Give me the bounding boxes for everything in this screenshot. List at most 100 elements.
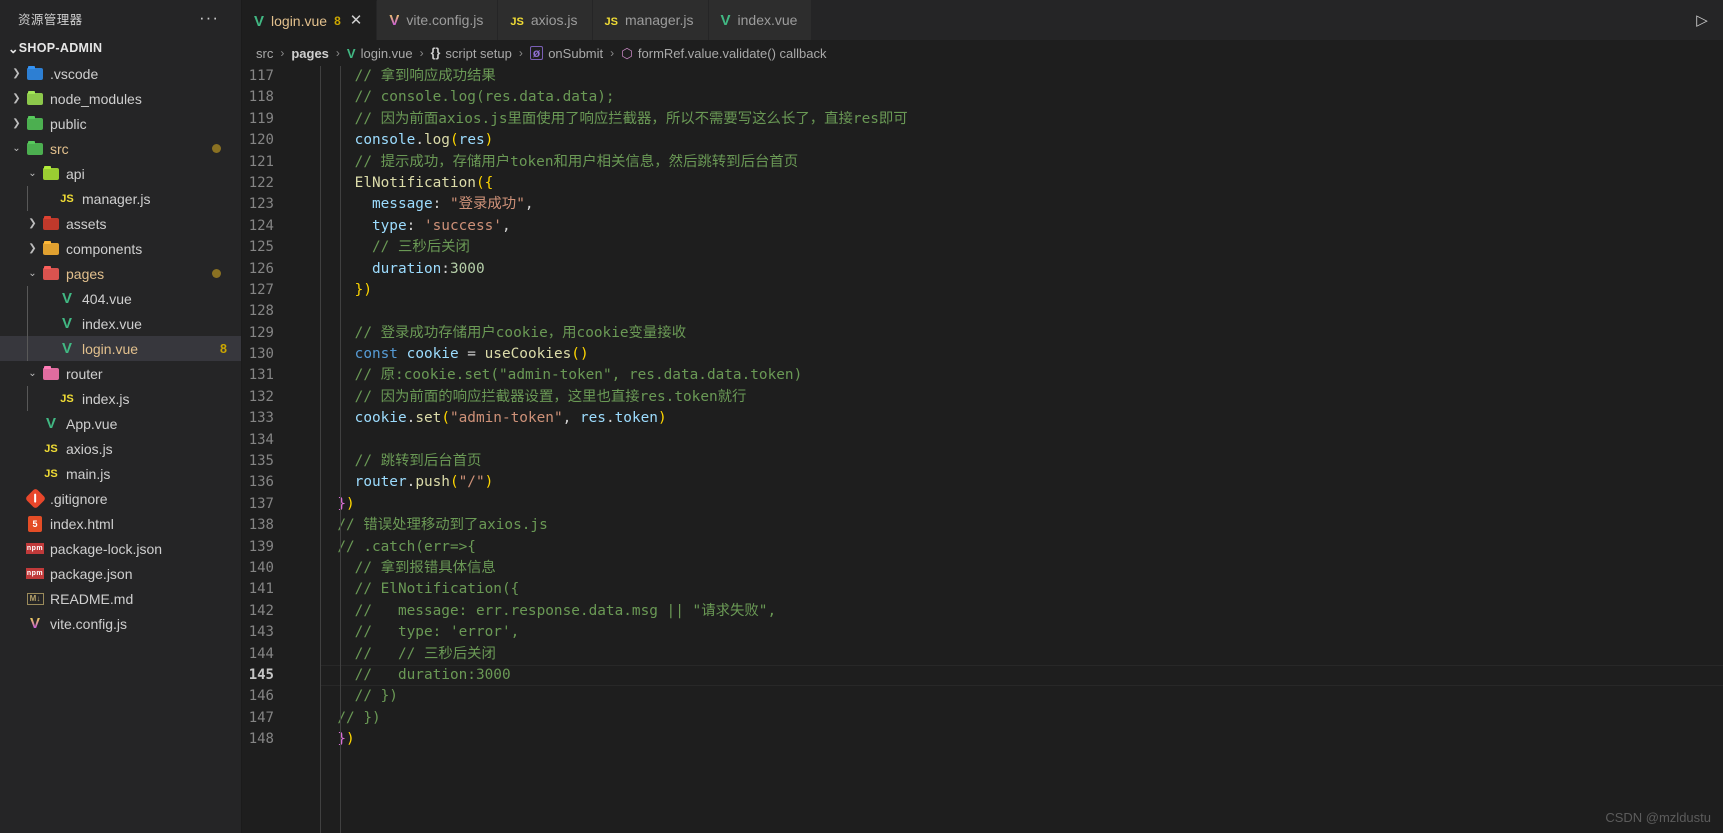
tree-item-public[interactable]: ❯ public <box>0 111 241 136</box>
code-line[interactable]: 123 message: "登录成功", <box>242 194 1723 215</box>
tree-item-api[interactable]: ⌄ api <box>0 161 241 186</box>
code-line[interactable]: 134 <box>242 430 1723 451</box>
code-line[interactable]: 133 cookie. set("admin-token", res. token) <box>242 408 1723 429</box>
tree-item-index-js[interactable]: JS index.js <box>0 386 241 411</box>
code-lines-container[interactable]: 117 // 拿到响应成功结果 118 // console.log(res.da… <box>242 66 1723 833</box>
code-line[interactable]: 122 ElNotification({ <box>242 173 1723 194</box>
tree-item-src[interactable]: ⌄ src <box>0 136 241 161</box>
tree-item-package-lock-json[interactable]: npm package-lock.json <box>0 536 241 561</box>
code-line[interactable]: 138 // 错误处理移动到了axios.js <box>242 515 1723 536</box>
tree-item-app-vue[interactable]: V App.vue <box>0 411 241 436</box>
breadcrumb-item-src[interactable]: src <box>254 46 275 61</box>
breadcrumb-item-onsubmit[interactable]: ø onSubmit <box>528 46 605 61</box>
code-text: // message: err.response.data.msg || "请求… <box>320 601 1723 622</box>
code-line[interactable]: 141 // ElNotification({ <box>242 579 1723 600</box>
code-line[interactable]: 131 // 原:cookie.set("admin-token", res.d… <box>242 365 1723 386</box>
code-line[interactable]: 119 // 因为前面axios.js里面使用了响应拦截器，所以不需要写这么长了… <box>242 109 1723 130</box>
chevron-down-icon[interactable]: ⌄ <box>24 368 41 379</box>
tree-item-label: App.vue <box>66 415 118 432</box>
tree-item-main-js[interactable]: JS main.js <box>0 461 241 486</box>
tree-item-404-vue[interactable]: V 404.vue <box>0 286 241 311</box>
code-token: cookie <box>406 346 459 363</box>
breadcrumb-item-login-vue[interactable]: Vlogin.vue <box>345 46 415 61</box>
tree-item-readme-md[interactable]: M↓ README.md <box>0 586 241 611</box>
js-file-icon: JS <box>60 392 74 405</box>
editor-tab-index-vue[interactable]: Vindex.vue <box>708 0 813 40</box>
code-line[interactable]: 137 }) <box>242 494 1723 515</box>
more-actions-icon[interactable]: ··· <box>199 9 233 26</box>
code-line[interactable]: 121 // 提示成功，存储用户token和用户相关信息，然后跳转到后台首页 <box>242 152 1723 173</box>
vscode-folder-icon <box>25 65 45 82</box>
tree-item-login-vue[interactable]: Vlogin.vue 8 <box>0 336 241 361</box>
tree-item-assets[interactable]: ❯ assets <box>0 211 241 236</box>
code-line[interactable]: 136 router. push("/") <box>242 472 1723 493</box>
editor-tab-login-vue[interactable]: Vlogin.vue 8 ✕ <box>242 0 378 40</box>
tree-item--vscode[interactable]: ❯ .vscode <box>0 61 241 86</box>
code-line[interactable]: 135 // 跳转到后台首页 <box>242 451 1723 472</box>
code-line[interactable]: 120 console. log(res) <box>242 130 1723 151</box>
chevron-down-icon[interactable]: ⌄ <box>8 143 25 154</box>
line-number: 132 <box>248 388 274 405</box>
line-number: 129 <box>248 324 274 341</box>
tree-item-router[interactable]: ⌄ router <box>0 361 241 386</box>
code-line[interactable]: 140 // 拿到报错具体信息 <box>242 558 1723 579</box>
code-line[interactable]: 118 // console.log(res.data.data); <box>242 87 1723 108</box>
chevron-right-icon[interactable]: ❯ <box>8 93 25 104</box>
editor-tab-vite-config-js[interactable]: Vvite.config.js <box>377 0 499 40</box>
code-line[interactable]: 127 }) <box>242 280 1723 301</box>
close-icon[interactable]: ✕ <box>350 13 363 28</box>
chevron-right-icon[interactable]: ❯ <box>24 243 41 254</box>
tree-item--gitignore[interactable]: .gitignore <box>0 486 241 511</box>
breadcrumb-label: pages <box>291 45 329 61</box>
code-text: console. log(res) <box>320 130 1723 151</box>
code-line[interactable]: 139 // .catch(err=>{ <box>242 537 1723 558</box>
tree-item-vite-config-js[interactable]: Vvite.config.js <box>0 611 241 636</box>
tree-item-package-json[interactable]: npm package.json <box>0 561 241 586</box>
chevron-down-icon[interactable]: ⌄ <box>24 168 41 179</box>
tree-item-pages[interactable]: ⌄ pages <box>0 261 241 286</box>
editor-tab-axios-js[interactable]: JS axios.js <box>498 0 593 40</box>
code-line[interactable]: 146 // }) <box>242 686 1723 707</box>
chevron-right-icon[interactable]: ❯ <box>8 118 25 129</box>
code-editor[interactable]: 117 // 拿到响应成功结果 118 // console.log(res.da… <box>242 66 1723 833</box>
code-line[interactable]: 145 // duration:3000 <box>242 665 1723 686</box>
breadcrumb-item-script-setup[interactable]: {} script setup <box>429 46 514 61</box>
code-line[interactable]: 144 // // 三秒后关闭 <box>242 644 1723 665</box>
tree-item-index-vue[interactable]: Vindex.vue <box>0 311 241 336</box>
code-line[interactable]: 117 // 拿到响应成功结果 <box>242 66 1723 87</box>
tree-item-components[interactable]: ❯ components <box>0 236 241 261</box>
tree-item-node-modules[interactable]: ❯ node_modules <box>0 86 241 111</box>
code-line[interactable]: 132 // 因为前面的响应拦截器设置，这里也直接res.token就行 <box>242 387 1723 408</box>
code-line[interactable]: 129 // 登录成功存储用户cookie，用cookie变量接收 <box>242 323 1723 344</box>
code-line[interactable]: 130 const cookie = useCookies() <box>242 344 1723 365</box>
code-line[interactable]: 148 }) <box>242 729 1723 750</box>
chevron-right-icon[interactable]: ❯ <box>8 68 25 79</box>
chevron-down-icon[interactable]: ⌄ <box>24 268 41 279</box>
tree-item-index-html[interactable]: 5 index.html <box>0 511 241 536</box>
breadcrumb-item-pages[interactable]: pages <box>289 46 331 61</box>
code-line[interactable]: 124 type: 'success', <box>242 216 1723 237</box>
code-token: } <box>354 281 364 298</box>
run-and-debug-icon[interactable]: ▷ <box>1681 0 1723 40</box>
line-number: 134 <box>248 431 274 448</box>
code-line[interactable]: 126 duration:3000 <box>242 259 1723 280</box>
vite-file-icon: V <box>389 12 400 29</box>
code-token: ) <box>657 410 667 427</box>
tree-item-manager-js[interactable]: JS manager.js <box>0 186 241 211</box>
code-line[interactable]: 147 // }) <box>242 708 1723 729</box>
code-line[interactable]: 128 <box>242 301 1723 322</box>
breadcrumb-item-formref-value-validate-callback[interactable]: ⬡ formRef.value.validate() callback <box>619 46 828 61</box>
workspace-root-row[interactable]: ⌄ SHOP-ADMIN <box>0 36 241 60</box>
code-line[interactable]: 142 // message: err.response.data.msg ||… <box>242 601 1723 622</box>
chevron-right-icon[interactable]: ❯ <box>24 218 41 229</box>
code-line[interactable]: 125 // 三秒后关闭 <box>242 237 1723 258</box>
editor-tab-manager-js[interactable]: JS manager.js <box>592 0 709 40</box>
breadcrumb-separator: › <box>518 46 523 60</box>
code-line[interactable]: 143 // type: 'error', <box>242 622 1723 643</box>
tree-item-axios-js[interactable]: JS axios.js <box>0 436 241 461</box>
code-token: set <box>415 410 442 427</box>
